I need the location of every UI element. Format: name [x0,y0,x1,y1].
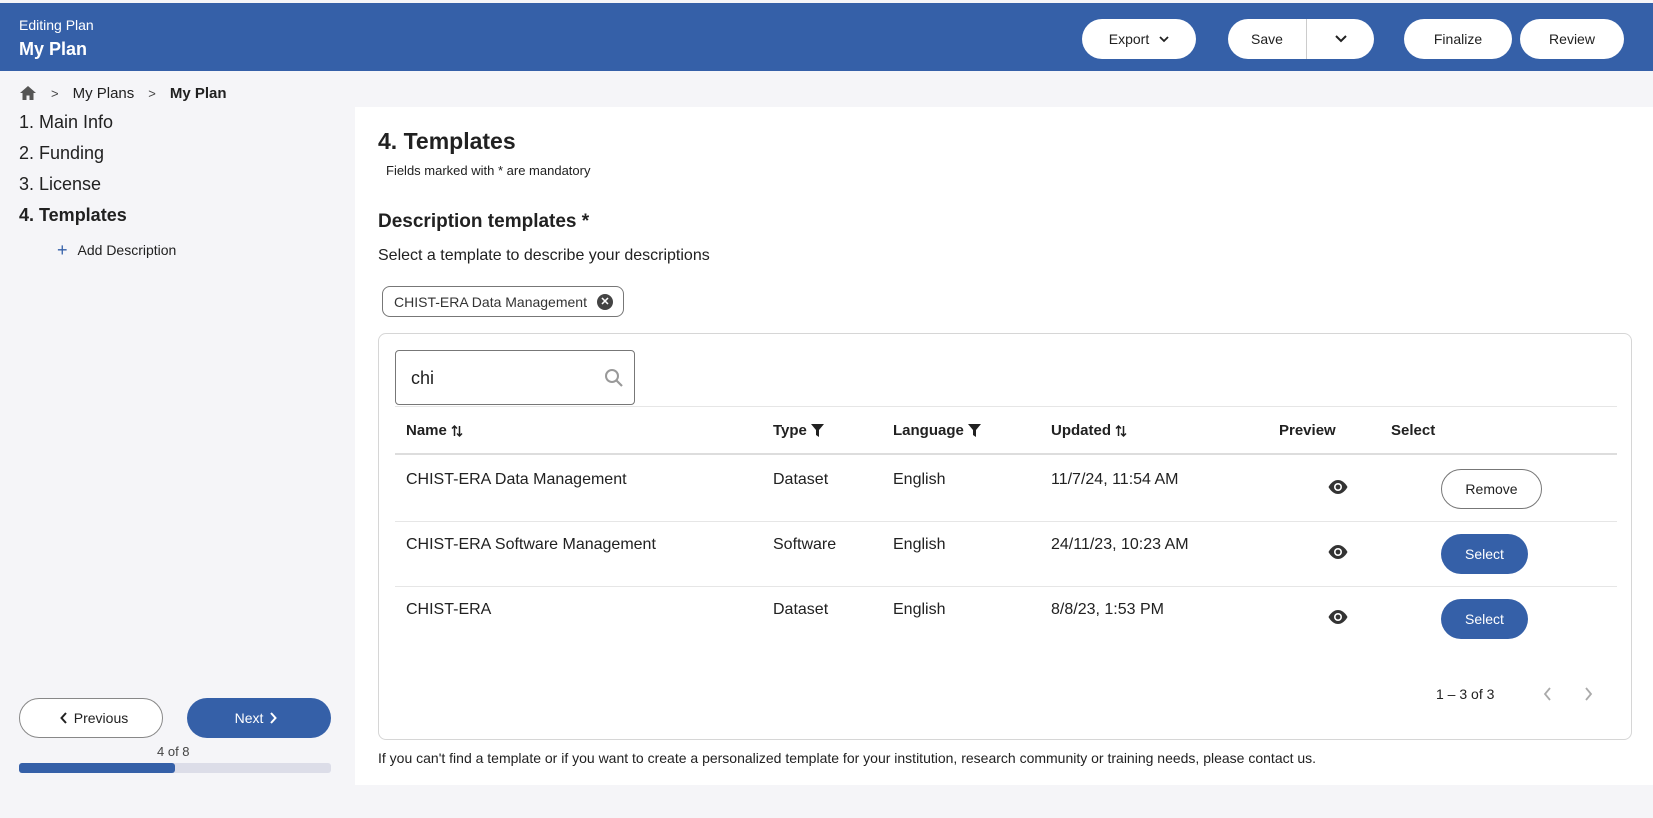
close-icon[interactable]: ✕ [596,293,613,310]
progress-fill [19,763,175,773]
section-title: Description templates * [378,211,590,232]
column-label: Name [406,422,447,439]
breadcrumb-separator: > [51,85,59,101]
row-type: Dataset [773,471,829,488]
step-templates[interactable]: 4. Templates [19,203,127,234]
column-header-name[interactable]: Name [406,422,463,439]
export-label: Export [1108,31,1150,47]
main-panel: 4. Templates Fields marked with * are ma… [355,107,1653,785]
paginator-range: 1 – 3 of 3 [1436,686,1495,702]
filter-icon [810,423,824,437]
column-label: Type [773,422,807,439]
search-input[interactable]: chi [395,350,635,405]
step-license[interactable]: 3. License [19,172,127,203]
column-header-select: Select [1391,422,1435,439]
column-label: Select [1391,422,1436,439]
chevron-down-icon [1159,35,1169,42]
row-name: CHIST-ERA Data Management [406,471,627,488]
progress-label: 4 of 8 [157,744,190,759]
save-label: Save [1251,31,1283,47]
column-label: Preview [1279,422,1336,439]
templates-card: chi Name Type Language Updated Preview S… [378,333,1632,740]
remove-button[interactable]: Remove [1441,469,1542,509]
step-funding[interactable]: 2. Funding [19,141,127,172]
table-row: CHIST-ERA Data Management Dataset Englis… [395,457,1617,522]
breadcrumb-current: My Plan [169,84,227,102]
progress-bar [19,763,331,773]
finalize-button[interactable]: Finalize [1404,19,1512,59]
next-button[interactable]: Next [187,698,331,738]
row-name: CHIST-ERA Software Management [406,536,656,553]
row-language: English [893,536,946,553]
row-type: Dataset [773,601,829,618]
chevron-left-icon [59,712,67,724]
page-title: 4. Templates [378,128,516,154]
sort-icon [1115,424,1127,437]
chevron-down-icon [1334,35,1347,43]
column-header-preview: Preview [1279,422,1336,439]
selected-template-chip: CHIST-ERA Data Management ✕ [382,286,624,317]
review-button[interactable]: Review [1520,19,1624,59]
column-label: Language [893,422,964,439]
eye-icon[interactable] [1327,609,1349,625]
home-icon[interactable] [19,85,37,101]
column-header-type[interactable]: Type [773,422,824,439]
table-row: CHIST-ERA Software Management Software E… [395,522,1617,587]
row-language: English [893,601,946,618]
section-description: Select a template to describe your descr… [378,247,710,264]
eye-icon[interactable] [1327,479,1349,495]
eye-icon[interactable] [1327,544,1349,560]
plus-icon: + [57,240,68,260]
table-row: CHIST-ERA Dataset English 8/8/23, 1:53 P… [395,587,1617,652]
search-value: chi [411,368,435,388]
chevron-right-icon [270,712,278,724]
row-language: English [893,471,946,488]
column-label: Updated [1051,422,1111,439]
step-list: 1. Main Info 2. Funding 3. License 4. Te… [19,110,127,234]
chip-label: CHIST-ERA Data Management [394,293,587,310]
header-title: My Plan [19,39,88,59]
add-description-button[interactable]: + Add Description [57,240,177,260]
save-button-group: Save [1228,19,1374,59]
breadcrumb-separator: > [148,85,156,101]
chevron-right-icon[interactable] [1583,686,1593,702]
top-bar: Editing Plan My Plan Export Save Finaliz… [0,3,1653,71]
step-main-info[interactable]: 1. Main Info [19,110,127,141]
next-label: Next [234,710,264,726]
sort-icon [451,424,463,437]
row-updated: 24/11/23, 10:23 AM [1051,536,1189,553]
save-options-button[interactable] [1307,19,1374,59]
previous-label: Previous [73,710,129,726]
search-icon [605,369,623,387]
filter-icon [967,423,981,437]
breadcrumb: > My Plans > My Plan [19,83,227,103]
row-updated: 8/8/23, 1:53 PM [1051,601,1164,618]
save-button[interactable]: Save [1228,19,1307,59]
column-header-language[interactable]: Language [893,422,981,439]
previous-button[interactable]: Previous [19,698,163,738]
export-button[interactable]: Export [1082,19,1196,59]
row-type: Software [773,536,837,553]
mandatory-note: Fields marked with * are mandatory [386,163,591,178]
footnote: If you can't find a template or if you w… [378,750,1317,766]
header-subtitle: Editing Plan [19,17,94,33]
table-header: Name Type Language Updated Preview Selec… [395,407,1617,455]
breadcrumb-my-plans[interactable]: My Plans [73,85,135,102]
select-button[interactable]: Select [1441,599,1528,639]
select-button[interactable]: Select [1441,534,1528,574]
chevron-left-icon[interactable] [1543,686,1553,702]
column-header-updated[interactable]: Updated [1051,422,1127,439]
add-description-label: Add Description [77,242,177,258]
row-name: CHIST-ERA [406,601,492,618]
row-updated: 11/7/24, 11:54 AM [1051,471,1179,488]
